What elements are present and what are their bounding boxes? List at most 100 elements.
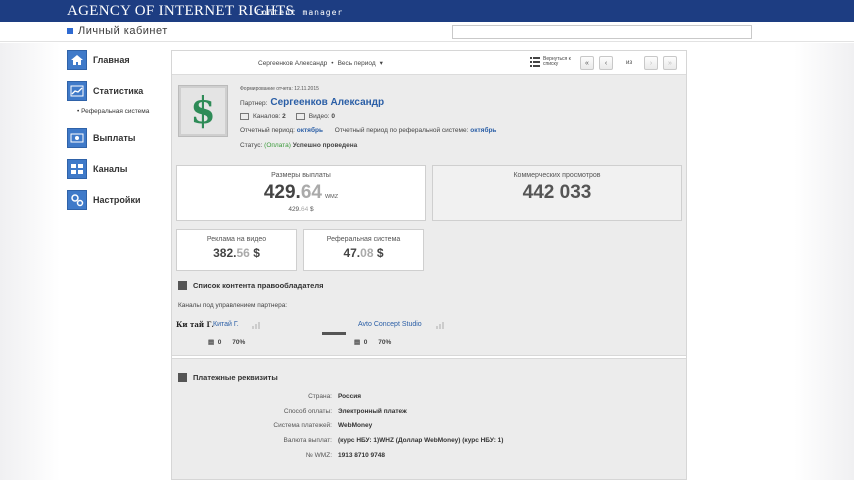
gear-icon [67,190,87,210]
payment-key: № WMZ: [305,452,332,459]
report-generated-date: Формирование отчета: 12.11.2015 [240,86,319,92]
payment-value: WebMoney [338,422,373,429]
video-icon: ▤ [208,339,215,346]
cabinet-title: Личный кабинет [78,25,168,37]
first-page-button[interactable]: « [580,56,594,70]
channel-name-link[interactable]: Китай Г. [213,321,239,328]
ads-amount: 382.56 $ [177,246,296,260]
video-count-label: Видео: [308,113,330,120]
sidebar-subitem-referral[interactable]: • Реферальная система [77,108,149,115]
payout-amount: 429.64 WMZ [177,182,425,204]
payout-dec: 64 [300,182,322,203]
channel-name-link[interactable]: Avto Concept Studio [358,321,422,328]
views-value: 442 033 [522,182,592,203]
section-divider [172,355,686,359]
channel-thumbnail[interactable] [322,327,346,335]
payment-key: Способ оплаты: [283,408,332,415]
channel-videos: 0 [217,339,222,346]
payment-value: Россия [338,393,362,400]
channel-thumbnail[interactable]: Ки тай Г. [176,321,214,343]
channel-stats-icon[interactable] [252,321,262,329]
list-icon [530,57,540,67]
sidebar-item-label: Статистика [93,86,144,96]
top-header: AGENCY OF INTERNET RIGHTS Content manage… [0,0,854,22]
sidebar-item-label: Каналы [93,164,128,174]
channel-videos: 0 [363,339,368,346]
channel-stats: ▤ 0 70% [208,338,245,346]
channel-percent: 70% [232,339,246,346]
ads-unit: $ [253,246,260,260]
home-icon [67,50,87,70]
section-marker-icon [178,281,187,290]
chevron-left-icon: ‹ [604,59,608,67]
report-panel: Сергеенков Александр • Весь период ▾ Вернут… [171,50,687,480]
section-marker-icon [178,373,187,382]
back-to-list-button[interactable]: Вернуться к списку [530,57,577,67]
channels-count-icon [240,113,249,120]
sidebar-item-payouts[interactable]: Выплаты [67,128,167,148]
views-card: Коммерческих просмотров 442 033 [432,165,682,221]
referral-int: 47. [343,246,361,260]
payout-usd-unit: $ [310,206,314,213]
last-page-button[interactable]: » [663,56,677,70]
payment-key: Страна: [308,393,332,400]
next-page-button[interactable]: › [644,56,658,70]
sidebar-item-label: Настройки [93,195,141,205]
payout-usd-dec: 64 [300,206,309,213]
channels-count: 2 [282,113,286,120]
status-paid: (Оплата) [264,142,291,149]
partner-row: Партнер: Сергеенков Александр [240,97,384,108]
channel-stats-icon[interactable] [436,321,446,329]
video-count-icon [295,113,305,120]
period-label: Отчетный период: [240,127,295,134]
ads-int: 382. [213,246,237,260]
cabinet-marker-icon [67,28,73,34]
period-value: октябрь [296,127,323,134]
sidebar-item-home[interactable]: Главная [67,50,167,70]
channel-stats: ▤ 0 70% [354,338,391,346]
sidebar-item-label: Выплаты [93,133,136,143]
page-indicator: из [626,60,633,66]
content-list-title-text: Список контента правообладателя [193,281,324,290]
payment-value: Электронный платеж [338,408,407,415]
ref-period-value: октябрь [470,127,497,134]
channel-percent: 70% [378,339,392,346]
prev-page-button[interactable]: ‹ [599,56,613,70]
partner-name: Сергеенков Александр [270,97,385,108]
payout-int: 429. [263,182,301,203]
status-row: Статус: (Оплата) Успешно проведена [240,142,357,149]
breadcrumb: Сергеенков Александр • Весь период ▾ [258,60,383,67]
breadcrumb-period[interactable]: Весь период [338,60,376,67]
report-toolbar: Сергеенков Александр • Весь период ▾ Вернут… [172,51,686,75]
sidebar-item-channels[interactable]: Каналы [67,159,167,179]
views-title: Коммерческих просмотров [513,172,601,179]
payout-card: Размеры выплаты 429.64 WMZ 429.64 $ [176,165,426,221]
period-row: Отчетный период: октябрь Отчетный период… [240,127,496,134]
video-icon: ▤ [354,339,361,346]
payment-title: Платежные реквизиты [178,373,278,382]
breadcrumb-partner[interactable]: Сергеенков Александр [258,60,327,67]
status-label: Статус: [240,142,263,149]
search-input[interactable] [452,25,752,39]
content-list-title: Список контента правообладателя [178,281,323,290]
referral-amount: 47.08 $ [304,246,423,260]
referral-title: Реферальная система [326,236,401,243]
logo-subtitle: Content manager [256,8,344,17]
dollar-icon: $ [181,88,225,134]
payment-title-text: Платежные реквизиты [193,373,278,382]
money-icon [67,128,87,148]
video-count: 0 [331,113,336,120]
sidebar-item-statistics[interactable]: Статистика [67,81,167,101]
counts-row: Каналов: 2 Видео: 0 [240,113,335,120]
payout-usd: 429.64 $ [177,206,425,213]
status-value: Успешно проведена [292,142,358,149]
sidebar-item-label: Главная [93,55,130,65]
sidebar-item-settings[interactable]: Настройки [67,190,167,210]
payment-value: 1913 8710 9748 [338,452,385,459]
payout-unit: WMZ [324,194,339,200]
avatar: $ [178,85,228,137]
payment-value: (курс НБУ: 1)WHZ (Доллар WebMoney) (курс… [338,437,504,444]
payment-key: Система платежей: [273,422,332,429]
chart-icon [67,81,87,101]
ads-card: Реклама на видео 382.56 $ [176,229,297,271]
